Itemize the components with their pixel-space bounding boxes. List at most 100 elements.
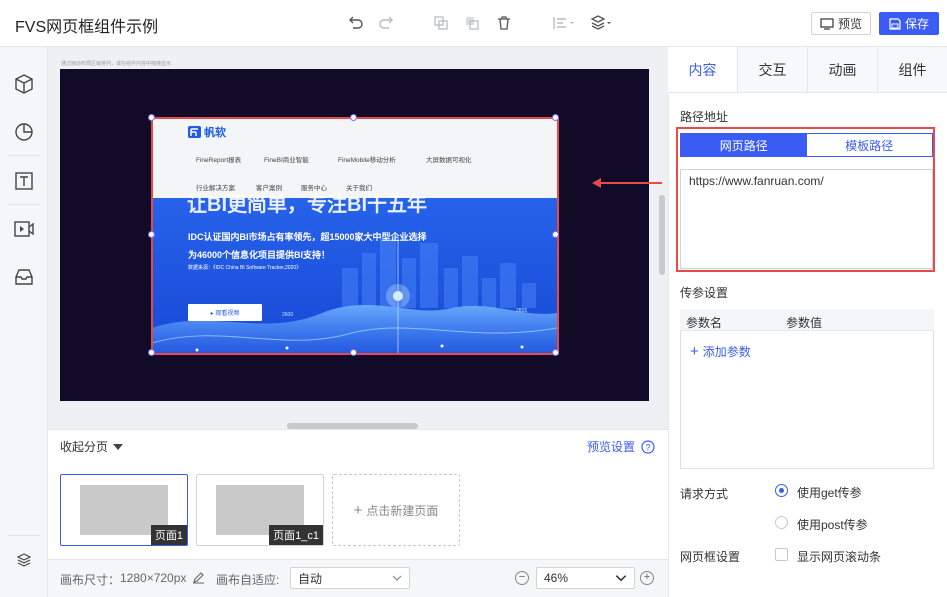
tab-animation[interactable]: 动画	[807, 47, 877, 92]
preview-settings-link[interactable]: 预览设置 ?	[587, 438, 655, 455]
url-input[interactable]: https://www.fanruan.com/	[680, 169, 933, 269]
layers-icon[interactable]	[16, 552, 32, 568]
delete-icon[interactable]	[495, 14, 513, 32]
site-hero-line1: IDC认证国内BI市场占有率领先，超15000家大中型企业选择	[188, 232, 427, 242]
get-option-label: 使用get传参	[797, 486, 862, 500]
redo-icon[interactable]	[378, 14, 396, 32]
canvas-adapt-select[interactable]: 自动	[290, 567, 410, 589]
caret-down-icon	[113, 443, 124, 450]
canvas-hint: 通过拖动布局区域排列，或在组件内容中拖拽显示	[61, 61, 172, 67]
canvas-size-label: 画布尺寸：	[60, 573, 121, 587]
resize-handle[interactable]	[350, 349, 357, 356]
site-stat-label: 2600	[282, 312, 294, 318]
canvas-size-value: 1280×720px	[120, 571, 187, 585]
site-nav-item[interactable]: FineBI商业智能	[264, 154, 309, 164]
param-name-header: 参数名	[686, 316, 723, 330]
help-icon[interactable]: ?	[641, 439, 655, 454]
page-thumbnail[interactable]: 页面1	[60, 474, 188, 546]
resize-handle[interactable]	[552, 114, 559, 121]
site-stat-label: 2815	[516, 308, 528, 314]
site-hero-line2: 为46000个信息化项目提供BI支持！	[188, 250, 331, 260]
vertical-scrollbar[interactable]	[659, 195, 665, 275]
zoom-in-button[interactable]: +	[640, 571, 654, 585]
chart-component-icon[interactable]	[12, 120, 36, 144]
site-watch-video-button[interactable]: ▸ 观看视频	[188, 304, 262, 321]
collapse-pages-label: 收起分页	[60, 440, 109, 454]
canvas-adapt-value: 自动	[298, 571, 323, 586]
text-component-icon[interactable]	[12, 169, 36, 193]
frame-settings-label: 网页框设置	[680, 550, 741, 564]
monitor-icon	[820, 17, 834, 30]
property-tabs: 内容 交互 动画 组件	[668, 47, 947, 93]
save-button[interactable]: 保存	[879, 12, 939, 35]
get-radio[interactable]	[775, 484, 788, 497]
tab-content[interactable]: 内容	[668, 47, 737, 92]
zoom-value: 46%	[544, 571, 569, 585]
paste-icon[interactable]	[463, 14, 481, 32]
zoom-select[interactable]: 46%	[536, 567, 635, 589]
new-page-label: 点击新建页面	[366, 503, 439, 518]
param-value-header: 参数值	[786, 316, 823, 330]
inbox-component-icon[interactable]	[12, 265, 36, 289]
web-path-option[interactable]: 网页路径	[681, 134, 807, 156]
site-nav-item[interactable]: 大屏数据可视化	[426, 154, 472, 164]
preview-button[interactable]: 预览	[811, 12, 871, 35]
add-param-button[interactable]: + 添加参数	[690, 343, 751, 360]
resize-handle[interactable]	[148, 114, 155, 121]
template-path-option[interactable]: 模板路径	[806, 134, 932, 156]
page-label: 页面1_c1	[269, 525, 323, 545]
resize-handle[interactable]	[552, 231, 559, 238]
plus-icon: +	[353, 501, 363, 519]
show-scrollbar-label: 显示网页滚动条	[797, 550, 882, 564]
collapse-pages-toggle[interactable]: 收起分页	[60, 438, 124, 455]
annotation-arrowhead	[592, 178, 601, 188]
chevron-down-icon	[615, 575, 627, 582]
path-address-label: 路径地址	[680, 110, 729, 124]
copy-icon[interactable]	[432, 14, 450, 32]
resize-handle[interactable]	[552, 349, 559, 356]
site-nav-item[interactable]: FineMobile移动分析	[338, 154, 396, 164]
add-param-label: 添加参数	[702, 345, 751, 359]
page-thumbnail[interactable]: 页面1_c1	[196, 474, 324, 546]
resize-handle[interactable]	[350, 114, 357, 121]
page-label: 页面1	[150, 525, 187, 545]
param-table	[680, 309, 934, 469]
leftbar-divider	[8, 155, 40, 156]
site-data-source: 数据来源：《IDC China BI Software Tracker,2020…	[188, 265, 302, 271]
post-option-label: 使用post传参	[797, 518, 868, 532]
path-type-switch: 网页路径 模板路径	[680, 133, 933, 157]
cube-component-icon[interactable]	[12, 72, 36, 96]
media-component-icon[interactable]	[12, 217, 36, 241]
site-nav-item[interactable]: FineReport报表	[196, 154, 241, 164]
preview-label: 预览	[837, 17, 862, 31]
tab-component[interactable]: 组件	[877, 47, 947, 92]
layer-order-dropdown-icon[interactable]	[590, 14, 614, 32]
svg-text:?: ?	[646, 442, 651, 452]
post-radio[interactable]	[775, 516, 788, 529]
param-settings-label: 传参设置	[680, 286, 729, 300]
resize-handle[interactable]	[148, 349, 155, 356]
new-page-button[interactable]: + 点击新建页面	[332, 474, 460, 546]
tab-interaction[interactable]: 交互	[737, 47, 807, 92]
canvas-adapt-label: 画布自适应:	[216, 573, 280, 587]
site-logo: 帆软	[188, 124, 226, 140]
show-scrollbar-checkbox[interactable]	[775, 548, 788, 561]
leftbar-divider	[8, 535, 40, 536]
edit-icon[interactable]	[192, 571, 205, 584]
chevron-down-icon	[392, 575, 402, 581]
plus-icon: +	[690, 343, 699, 360]
leftbar-divider	[8, 204, 40, 205]
request-method-label: 请求方式	[680, 487, 729, 501]
preview-settings-label: 预览设置	[587, 440, 636, 454]
zoom-out-button[interactable]: −	[515, 571, 529, 585]
webframe-component[interactable]: 帆软 FineReport报表 FineBI商业智能 FineMobile移动分…	[152, 118, 557, 354]
site-hero-headline: 让BI更简单，专注BI十五年	[187, 194, 427, 216]
align-dropdown-icon[interactable]	[552, 14, 576, 32]
save-label: 保存	[904, 17, 929, 31]
undo-icon[interactable]	[346, 14, 364, 32]
app-title: FVS网页框组件示例	[15, 19, 159, 36]
resize-handle[interactable]	[148, 231, 155, 238]
site-logo-text: 帆软	[204, 127, 226, 139]
annotation-arrow	[598, 182, 662, 184]
save-icon	[889, 17, 901, 30]
